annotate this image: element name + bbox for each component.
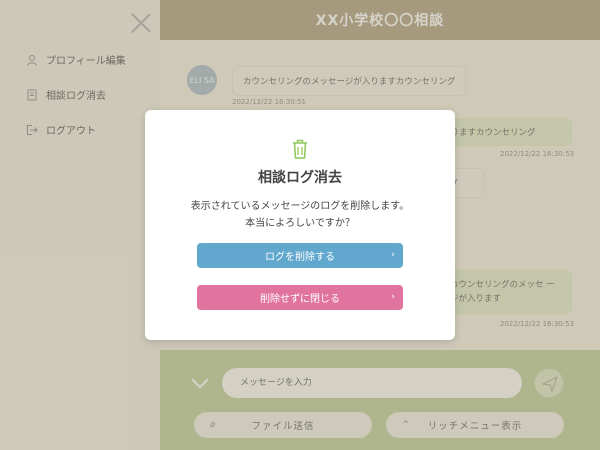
dialog-message: 表示されているメッセージのログを削除します。 本当によろしいですか？ <box>145 198 455 232</box>
trash-icon <box>293 139 307 159</box>
chevron-right-icon: › <box>391 250 395 260</box>
dialog-message-line: 表示されているメッセージのログを削除します。 <box>190 201 410 212</box>
delete-log-label: ログを削除する <box>265 252 335 263</box>
close-without-delete-button[interactable]: 削除せずに閉じる › <box>197 285 403 310</box>
delete-log-button[interactable]: ログを削除する › <box>197 243 403 268</box>
chevron-right-icon: › <box>391 292 395 302</box>
confirm-dialog: 相談ログ消去 表示されているメッセージのログを削除します。 本当によろしいですか… <box>145 110 455 340</box>
dialog-title: 相談ログ消去 <box>258 170 342 186</box>
dialog-message-line: 本当によろしいですか？ <box>245 218 355 229</box>
close-without-delete-label: 削除せずに閉じる <box>260 294 340 305</box>
